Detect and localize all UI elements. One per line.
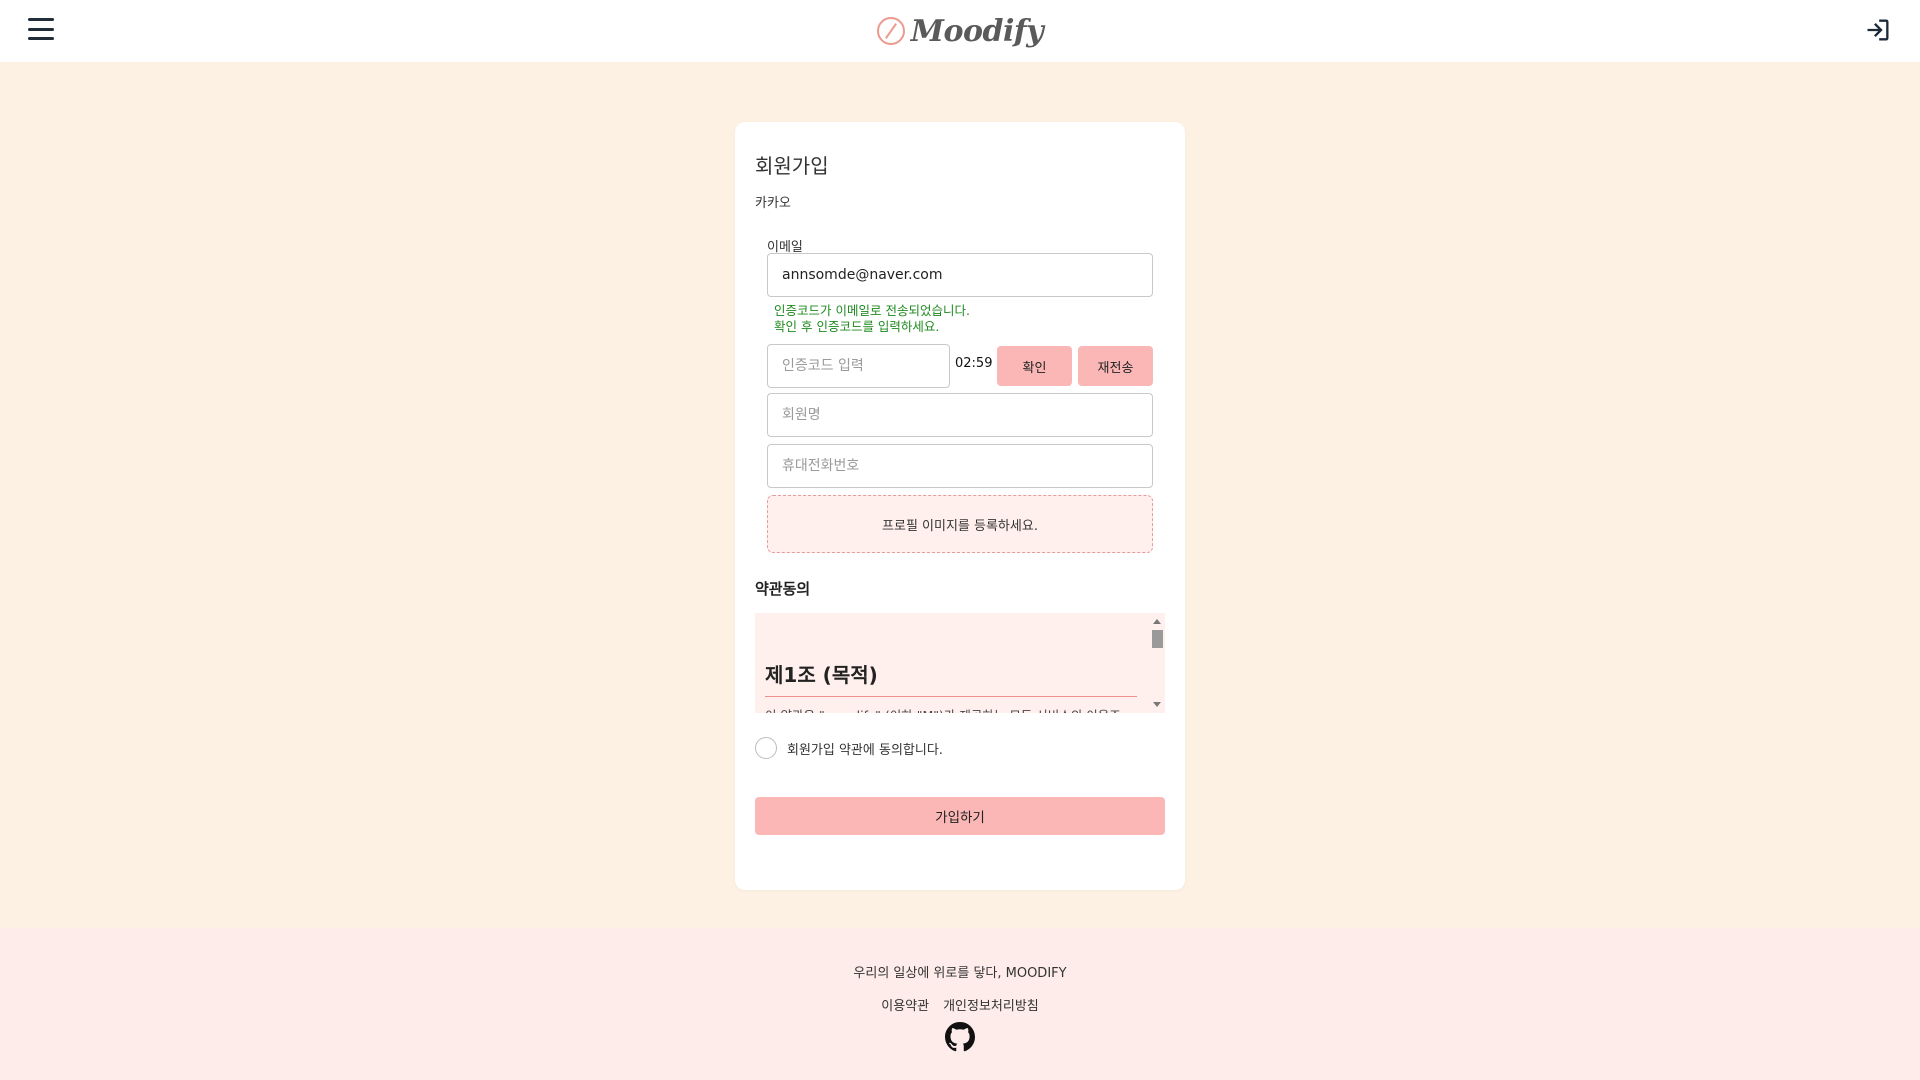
verification-message-line2: 확인 후 인증코드를 입력하세요. — [774, 319, 940, 334]
phone-number-input[interactable] — [767, 444, 1153, 488]
terms-heading: 제1조 (목적) — [765, 659, 1137, 697]
github-icon[interactable] — [945, 1022, 975, 1052]
provider-label: 카카오 — [755, 196, 791, 211]
page-title: 회원가입 — [755, 154, 829, 178]
terms-of-service-link[interactable]: 이용약관 — [881, 995, 929, 1014]
scroll-down-arrow-icon[interactable] — [1153, 702, 1161, 707]
logo[interactable]: Moodify — [876, 13, 1044, 49]
verification-message-line1: 인증코드가 이메일로 전송되었습니다. — [774, 303, 970, 318]
hamburger-menu-icon[interactable] — [28, 18, 54, 40]
resend-code-button[interactable]: 재전송 — [1078, 346, 1153, 386]
footer-slogan: 우리의 일상에 위로를 닿다, MOODIFY — [853, 966, 1067, 981]
terms-text: 이 약관은 "moodify" (이하 "M")가 제공하는 모든 서비스의 이… — [765, 705, 1121, 713]
scroll-up-arrow-icon[interactable] — [1153, 619, 1161, 624]
logo-mark-icon — [876, 17, 905, 45]
terms-title: 약관동의 — [755, 580, 811, 598]
terms-scrollbar[interactable] — [1149, 613, 1165, 713]
scroll-thumb[interactable] — [1152, 630, 1163, 648]
footer-links: 이용약관 개인정보처리방침 — [0, 995, 1920, 1014]
confirm-code-button[interactable]: 확인 — [997, 346, 1072, 386]
profile-image-upload-label: 프로필 이미지를 등록하세요. — [882, 518, 1038, 534]
top-header: Moodify — [0, 0, 1920, 62]
terms-agree-radio[interactable] — [755, 737, 777, 759]
member-name-input[interactable] — [767, 393, 1153, 437]
footer: 우리의 일상에 위로를 닿다, MOODIFY 이용약관 개인정보처리방침 — [0, 928, 1920, 1080]
terms-agree-checkbox-row[interactable]: 회원가입 약관에 동의합니다. — [755, 737, 943, 759]
terms-agree-label: 회원가입 약관에 동의합니다. — [787, 742, 943, 758]
email-field[interactable] — [767, 253, 1153, 297]
privacy-policy-link[interactable]: 개인정보처리방침 — [943, 995, 1039, 1014]
login-icon[interactable] — [1864, 16, 1892, 44]
signup-submit-button[interactable]: 가입하기 — [755, 797, 1165, 835]
logo-text: Moodify — [910, 13, 1044, 49]
signup-card: 회원가입 카카오 이메일 인증코드가 이메일로 전송되었습니다. 확인 후 인증… — [735, 122, 1185, 890]
terms-scroll-box[interactable]: 제1조 (목적) 이 약관은 "moodify" (이하 "M")가 제공하는 … — [755, 613, 1165, 713]
profile-image-upload[interactable]: 프로필 이미지를 등록하세요. — [767, 495, 1153, 553]
verification-message: 인증코드가 이메일로 전송되었습니다. 확인 후 인증코드를 입력하세요. — [774, 303, 970, 335]
verification-code-input[interactable] — [767, 344, 950, 388]
verification-timer: 02:59 — [955, 356, 993, 371]
